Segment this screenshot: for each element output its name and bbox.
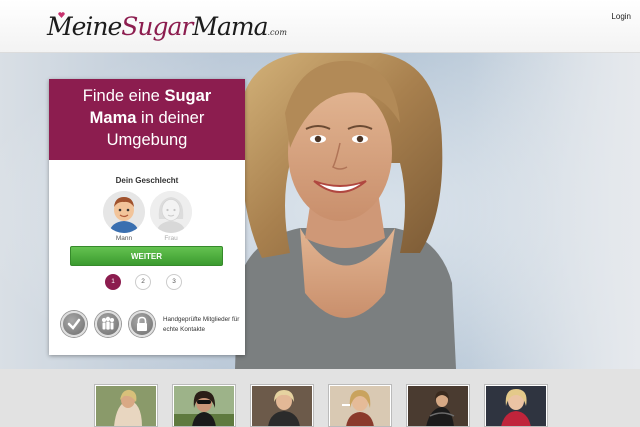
headline-text-mama: Mama <box>89 109 137 127</box>
verified-check-badge <box>61 311 87 337</box>
member-thumbnail[interactable] <box>172 384 236 427</box>
member-photo <box>252 386 312 426</box>
female-avatar-icon <box>150 191 192 233</box>
members-badge <box>95 311 121 337</box>
login-link[interactable]: Login <box>611 12 631 21</box>
member-thumbnail[interactable] <box>484 384 548 427</box>
logo-text-mama: Mama <box>192 12 268 41</box>
step-2[interactable]: 2 <box>135 274 151 290</box>
site-logo[interactable]: MeineSugarMama.com <box>47 10 287 44</box>
gender-female-label: Frau <box>164 235 178 242</box>
member-photo <box>330 386 390 426</box>
member-photo <box>96 386 156 426</box>
headline-text-sugar: Sugar <box>164 87 212 105</box>
headline-text-umgebung: Umgebung <box>106 131 188 149</box>
trust-text: Handgeprüfte Mitglieder für echte Kontak… <box>163 316 240 333</box>
member-thumbnail[interactable] <box>328 384 392 427</box>
signup-card: Finde eine Sugar Mama in deiner Umgebung… <box>49 79 245 355</box>
heart-icon <box>58 12 65 18</box>
lock-icon <box>137 316 147 331</box>
gender-option-male[interactable] <box>103 191 145 233</box>
step-3[interactable]: 3 <box>166 274 182 290</box>
gender-title: Dein Geschlecht <box>115 176 179 185</box>
member-thumbnail[interactable] <box>94 384 158 427</box>
signup-headline: Finde eine Sugar Mama in deiner Umgebung <box>49 79 245 160</box>
member-thumbnail[interactable] <box>250 384 314 427</box>
site-header: MeineSugarMama.com Login <box>0 0 640 53</box>
headline-text-pre: Finde eine <box>82 87 165 105</box>
member-photo <box>174 386 234 426</box>
logo-text-sugar: Sugar <box>121 12 193 41</box>
people-icon <box>102 316 114 330</box>
member-thumbnail[interactable] <box>406 384 470 427</box>
continue-button[interactable]: WEITER <box>70 246 223 266</box>
headline-text-post: in deiner <box>136 109 205 127</box>
checkmark-icon <box>67 318 81 330</box>
logo-text-tld: .com <box>267 28 287 37</box>
step-1[interactable]: 1 <box>105 274 121 290</box>
secure-badge <box>129 311 155 337</box>
gender-option-female[interactable] <box>150 191 192 233</box>
member-photo <box>408 386 468 426</box>
gender-male-label: Mann <box>115 235 133 242</box>
male-avatar-icon <box>103 191 145 233</box>
member-photo <box>486 386 546 426</box>
